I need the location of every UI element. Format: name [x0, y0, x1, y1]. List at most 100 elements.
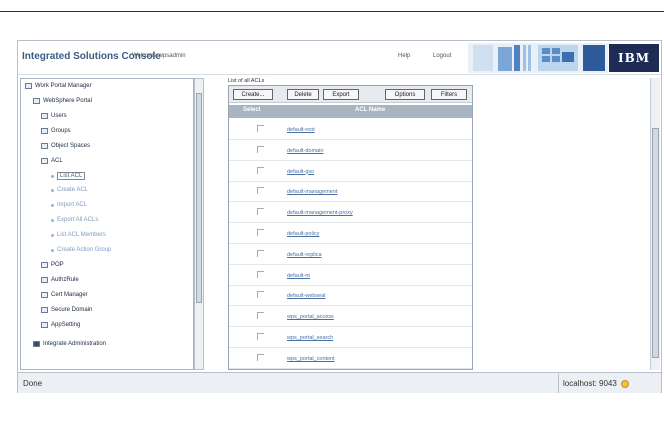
nav-item-acl[interactable]: ACL [41, 158, 63, 164]
nav-item-section[interactable]: Work Portal Manager [25, 83, 92, 89]
acl-name-link[interactable]: default-management-proxy [287, 210, 353, 216]
acl-name-link[interactable]: default-replica [287, 252, 322, 258]
nav-item-pop[interactable]: POP [41, 262, 64, 268]
acl-name-link[interactable]: default-webseal [287, 293, 326, 299]
expand-icon[interactable] [41, 277, 48, 283]
status-bar: Done localhost: 9043 [18, 372, 661, 393]
scroll-thumb[interactable] [196, 93, 202, 303]
lock-icon [620, 379, 629, 388]
expand-icon[interactable] [41, 292, 48, 298]
delete-button[interactable]: Delete [287, 89, 319, 100]
expand-icon[interactable] [33, 341, 40, 347]
table-row: default-nt [229, 266, 472, 286]
acl-name-link[interactable]: wps_portal_search [287, 335, 333, 341]
status-text: Done [23, 379, 43, 388]
row-checkbox[interactable] [257, 291, 264, 299]
nav-item-appsetting[interactable]: AppSetting [41, 322, 80, 328]
console-window: Integrated Solutions Console Welcome wps… [17, 40, 662, 393]
row-checkbox[interactable] [257, 145, 264, 153]
table-toolbar: Create... Delete Export Options Filters [229, 86, 472, 103]
acl-name-link[interactable]: default-nt [287, 273, 310, 279]
nav-task-create-acl[interactable]: Create ACL [51, 187, 88, 193]
header-banner: Integrated Solutions Console Welcome wps… [18, 41, 661, 75]
task-bullet-icon [51, 174, 54, 178]
nav-task-list-acl[interactable]: List ACL [51, 172, 86, 180]
nav-task-import-acl[interactable]: Import ACL [51, 202, 87, 208]
table-row: default-management [229, 182, 472, 203]
row-checkbox[interactable] [257, 166, 264, 174]
collapse-icon[interactable] [33, 98, 40, 104]
nav-item-section[interactable]: Integrate Administration [33, 341, 106, 347]
options-button[interactable]: Options [385, 89, 425, 100]
row-checkbox[interactable] [257, 270, 264, 278]
table-header: Select ACL Name [229, 105, 472, 118]
task-bullet-icon [51, 233, 54, 237]
nav-task-export-acls[interactable]: Export All ACLs [51, 217, 98, 223]
expand-icon[interactable] [41, 113, 48, 119]
nav-item-groups[interactable]: Groups [41, 128, 71, 134]
acl-name-link[interactable]: default-policy [287, 231, 319, 237]
row-checkbox[interactable] [257, 229, 264, 236]
collapse-icon[interactable] [25, 83, 32, 89]
nav-item-secure-domain[interactable]: Secure Domain [41, 307, 92, 313]
header-graphic [468, 43, 608, 73]
nav-vertical-scrollbar[interactable] [194, 78, 204, 370]
table-row: wps_portal_search [229, 328, 472, 348]
acl-table: Create... Delete Export Options Filters … [228, 85, 473, 370]
acl-name-link[interactable]: wps_portal_access [287, 314, 334, 320]
content-title: List of all ACLs [228, 78, 265, 84]
acl-name-link[interactable]: default-management [287, 189, 337, 195]
table-row: wps_portal_content [229, 349, 472, 369]
navigation-tree: Work Portal Manager WebSphere Portal Use… [20, 78, 194, 370]
welcome-text: Welcome wpsadmin [132, 53, 186, 59]
zone-text: localhost: 9043 [563, 379, 617, 388]
scroll-thumb[interactable] [652, 128, 659, 358]
task-bullet-icon [51, 218, 54, 222]
create-button[interactable]: Create... [233, 89, 273, 100]
expand-icon[interactable] [41, 322, 48, 328]
collapse-icon[interactable] [41, 158, 48, 164]
task-bullet-icon [51, 188, 54, 192]
nav-item-object-spaces[interactable]: Object Spaces [41, 143, 90, 149]
row-checkbox[interactable] [257, 125, 264, 132]
nav-item-users[interactable]: Users [41, 113, 67, 119]
acl-name-link[interactable]: default-domain [287, 148, 323, 154]
table-row: wps_portal_access [229, 307, 472, 328]
nav-task-list-members[interactable]: List ACL Members [51, 232, 106, 238]
logout-link[interactable]: Logout [433, 53, 451, 59]
nav-task-create-action-group[interactable]: Create Action Group [51, 247, 111, 253]
row-checkbox[interactable] [257, 353, 264, 361]
nav-item-cert-manager[interactable]: Cert Manager [41, 292, 88, 298]
table-row: default-gso [229, 162, 472, 182]
status-zone: localhost: 9043 [558, 374, 659, 393]
expand-icon[interactable] [41, 128, 48, 134]
acl-name-link[interactable]: wps_portal_content [287, 356, 335, 362]
main-vertical-scrollbar[interactable] [650, 78, 660, 370]
column-header-select[interactable]: Select [243, 107, 261, 113]
row-checkbox[interactable] [257, 249, 264, 257]
expand-icon[interactable] [41, 307, 48, 313]
acl-name-link[interactable]: default-root [287, 127, 315, 133]
table-row: default-management-proxy [229, 203, 472, 224]
expand-icon[interactable] [41, 143, 48, 149]
ibm-logo: IBM [609, 44, 659, 72]
acl-name-link[interactable]: default-gso [287, 169, 314, 175]
row-checkbox[interactable] [257, 187, 264, 195]
row-checkbox[interactable] [257, 312, 264, 320]
help-link[interactable]: Help [398, 53, 410, 59]
row-checkbox[interactable] [257, 333, 264, 340]
column-header-acl-name[interactable]: ACL Name [355, 107, 385, 113]
table-row: default-replica [229, 245, 472, 265]
page-rule [0, 11, 664, 12]
table-row: default-policy [229, 224, 472, 244]
expand-icon[interactable] [41, 262, 48, 268]
nav-item-section[interactable]: WebSphere Portal [33, 98, 92, 104]
task-bullet-icon [51, 248, 54, 252]
filters-button[interactable]: Filters [431, 89, 467, 100]
task-bullet-icon [51, 203, 54, 207]
row-checkbox[interactable] [257, 208, 264, 216]
nav-item-authzrule[interactable]: AuthzRule [41, 277, 79, 283]
table-row: default-webseal [229, 286, 472, 307]
export-button[interactable]: Export [323, 89, 359, 100]
table-row: default-root [229, 120, 472, 140]
